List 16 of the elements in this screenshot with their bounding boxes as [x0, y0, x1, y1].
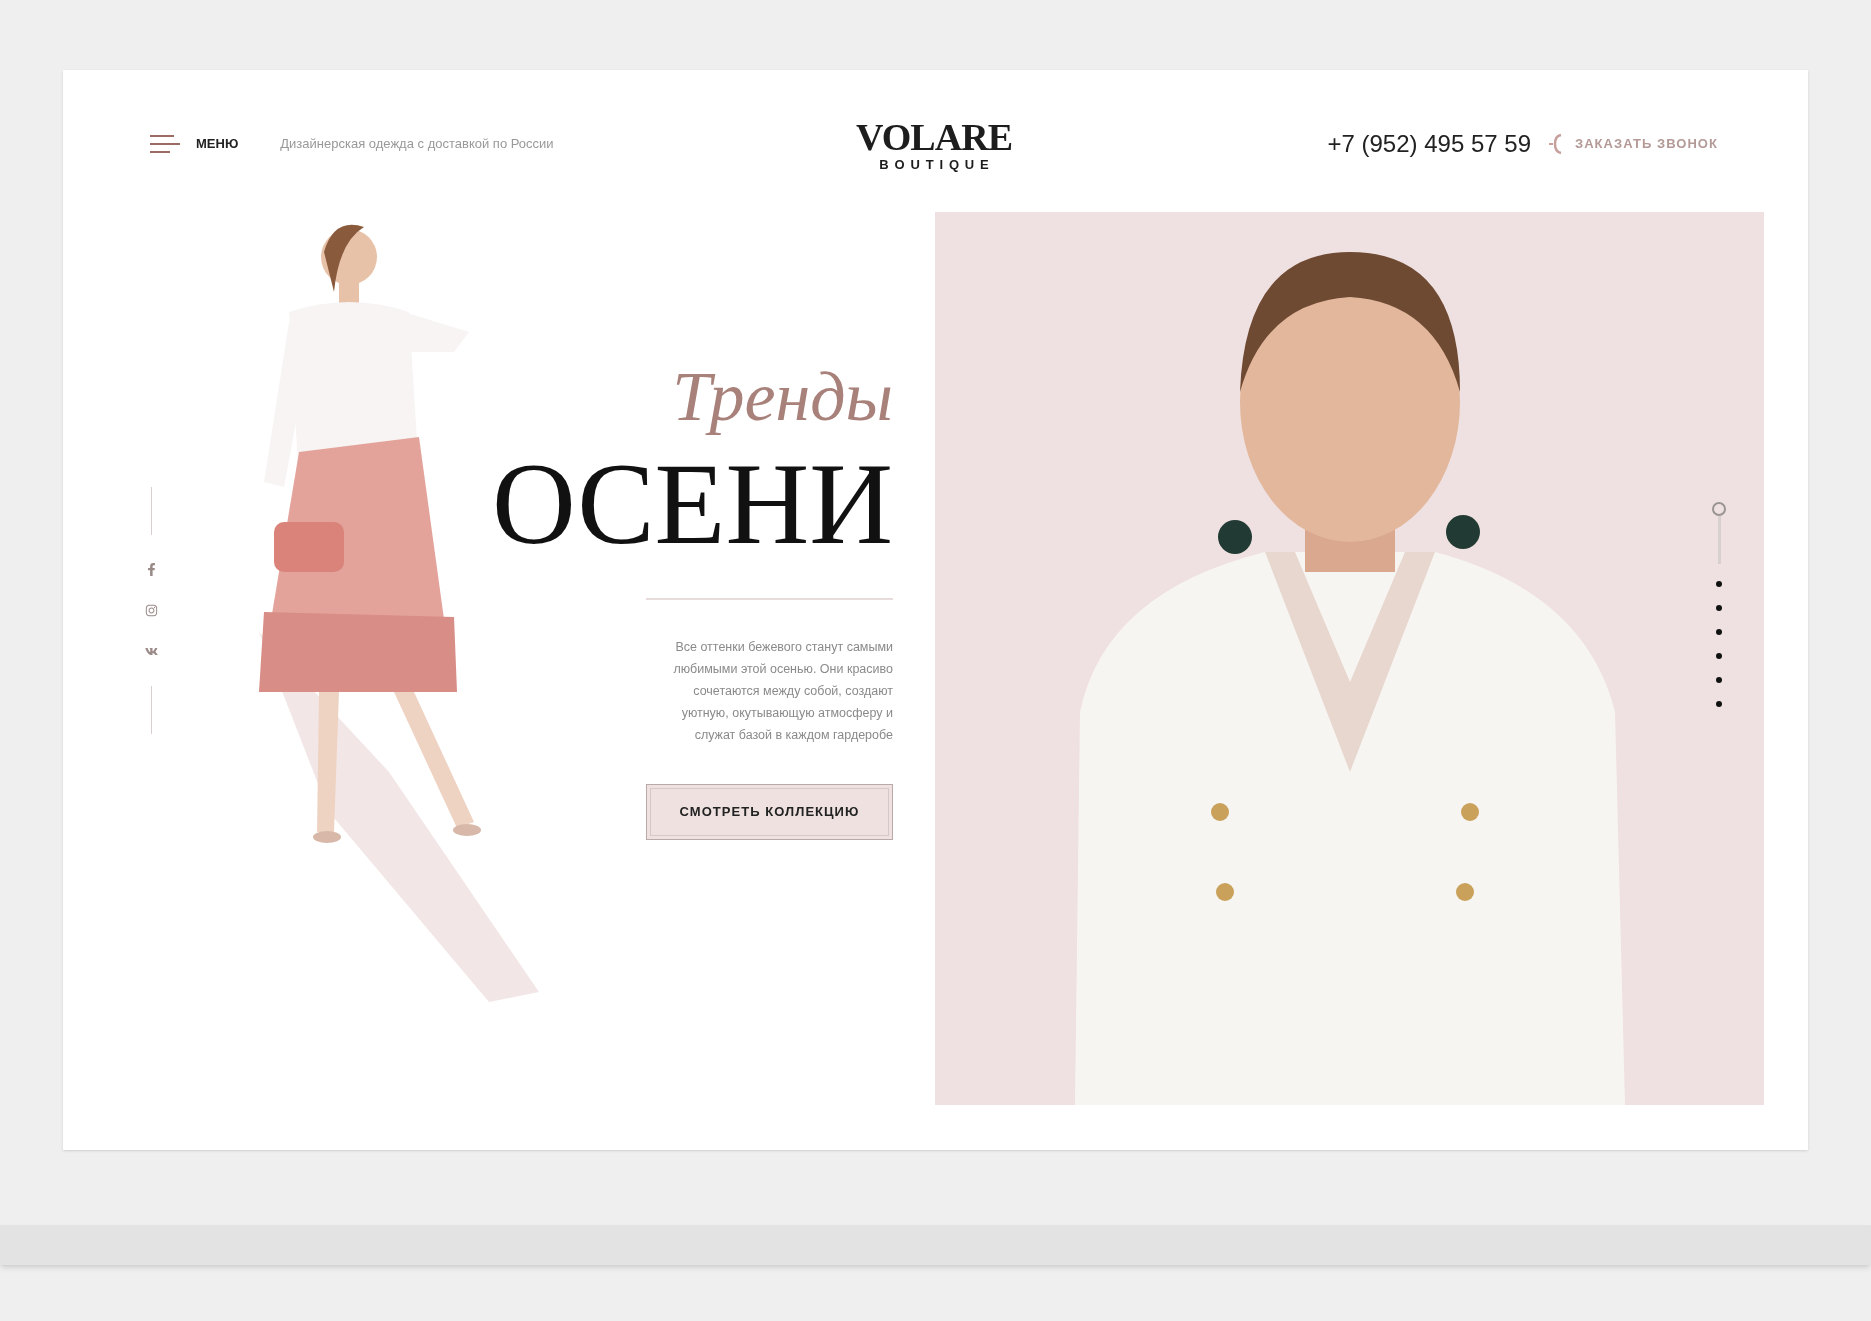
phone-number[interactable]: +7 (952) 495 57 59 [1327, 126, 1531, 162]
logo[interactable]: VOLARE BOUTIQUE [855, 117, 1013, 171]
tagline: Дизайнерская одежда с доставкой по России [280, 135, 554, 154]
menu-icon [150, 135, 180, 153]
slide-indicator[interactable] [1716, 653, 1722, 659]
slide-indicator[interactable] [1716, 581, 1722, 587]
instagram-icon[interactable] [144, 604, 158, 617]
slide-indicator[interactable] [1716, 701, 1722, 707]
view-collection-button[interactable]: СМОТРЕТЬ КОЛЛЕКЦИЮ [646, 784, 893, 840]
slide-indicator[interactable] [1716, 629, 1722, 635]
hero-description: Все оттенки бежевого станут самыми любимыми этой осенью. Они красиво сочетаются между собой, создают уютную, окутывающую атмосферу и служат базой в каждом гардеробе [673, 639, 893, 744]
slide-indicator[interactable] [1716, 605, 1722, 611]
slide-indicator[interactable] [1716, 677, 1722, 683]
vk-icon[interactable] [144, 645, 158, 658]
menu-button[interactable]: МЕНЮ [150, 134, 239, 154]
hero-title: ОСЕНИ [492, 446, 893, 562]
